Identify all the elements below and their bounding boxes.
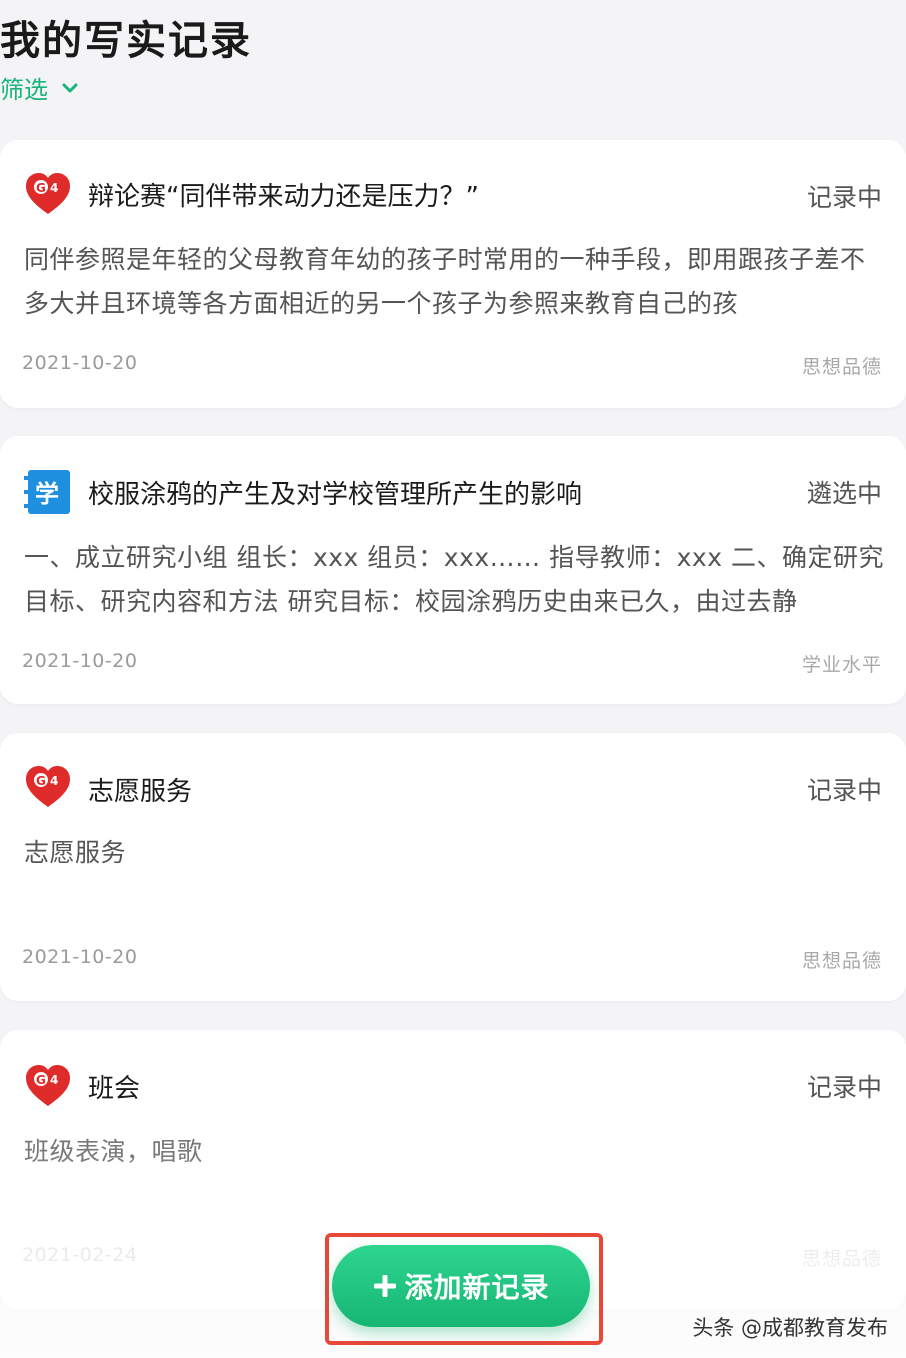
page-title: 我的写实记录 [0, 18, 252, 64]
record-summary: 班级表演，唱歌 [24, 1137, 203, 1166]
record-card[interactable]: G 4 志愿服务 记录中 志愿服务 2021-10-20 思想品德 [0, 733, 906, 1001]
record-status: 记录中 [806, 776, 882, 805]
record-summary: 志愿服务 [24, 838, 127, 867]
svg-text:4: 4 [50, 1073, 58, 1087]
record-summary: 同伴参照是年轻的父母教育年幼的孩子时常用的一种手段，即用跟孩子差不多大并且环境等… [24, 245, 866, 318]
record-status: 遴选中 [806, 479, 882, 508]
record-date: 2021-10-20 [22, 650, 138, 672]
record-card[interactable]: 学 校服涂鸦的产生及对学校管理所产生的影响 遴选中 一、成立研究小组 组长：xx… [0, 436, 906, 704]
record-category-tag: 思想品德 [801, 356, 882, 378]
add-record-label: 添加新记录 [404, 1271, 550, 1304]
watermark: 头条 @成都教育发布 [692, 1316, 888, 1340]
heart-logo-icon: G 4 [26, 766, 70, 807]
svg-text:4: 4 [50, 774, 58, 788]
record-title: 校服涂鸦的产生及对学校管理所产生的影响 [88, 480, 583, 510]
filter-label: 筛选 [0, 76, 48, 104]
record-category-tag: 思想品德 [801, 1248, 882, 1270]
plus-icon [374, 1275, 397, 1297]
record-summary: 一、成立研究小组 组长：xxx 组员：xxx…… 指导教师：xxx 二、确定研究… [24, 543, 884, 616]
svg-text:4: 4 [50, 181, 58, 195]
record-category-tag: 学业水平 [801, 654, 882, 676]
heart-logo-icon: G 4 [26, 173, 70, 214]
record-title: 班会 [88, 1074, 141, 1104]
svg-text:G: G [36, 1073, 46, 1087]
record-title: 辩论赛“同伴带来动力还是压力？” [88, 182, 479, 212]
svg-text:学: 学 [35, 480, 59, 508]
record-date: 2021-10-20 [22, 946, 138, 968]
record-title: 志愿服务 [88, 777, 193, 807]
record-status: 记录中 [806, 183, 882, 212]
record-category-tag: 思想品德 [801, 950, 882, 972]
svg-text:G: G [36, 181, 46, 195]
add-record-button[interactable]: 添加新记录 [332, 1245, 590, 1327]
chevron-down-icon [62, 83, 78, 92]
study-logo-icon: 学 [24, 470, 70, 514]
record-date: 2021-10-20 [22, 352, 138, 374]
record-status: 记录中 [806, 1073, 882, 1102]
svg-text:G: G [36, 774, 46, 788]
heart-logo-icon: G 4 [26, 1065, 70, 1106]
filter-dropdown[interactable]: 筛选 [0, 70, 78, 105]
record-card[interactable]: G 4 辩论赛“同伴带来动力还是压力？” 记录中 同伴参照是年轻的父母教育年幼的… [0, 140, 906, 408]
record-date: 2021-02-24 [22, 1244, 138, 1266]
